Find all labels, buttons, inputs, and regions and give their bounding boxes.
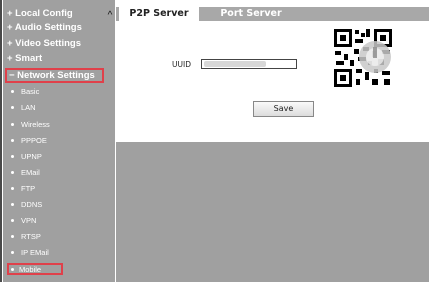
qr-code-icon [332,27,394,89]
sub-item-ftp[interactable]: FTP [11,184,35,194]
menu-network-settings[interactable]: − Network Settings [5,68,104,83]
bullet-icon [11,186,14,190]
save-button[interactable]: Save [253,101,314,117]
left-border [0,0,2,282]
sub-item-basic[interactable]: Basic [11,87,39,97]
sidebar: ^ + Local Config + Audio Settings + Vide… [3,0,115,282]
bullet-icon [11,250,14,254]
tab-bar: P2P Server Port Server [116,7,429,21]
bullet-icon [11,234,14,238]
sub-item-upnp[interactable]: UPNP [11,152,42,162]
tab-port-server[interactable]: Port Server [201,7,301,21]
menu-smart[interactable]: + Smart [7,53,42,64]
bullet-icon [11,202,14,206]
sub-item-ip-email[interactable]: IP EMail [11,248,49,258]
sub-item-pppoe[interactable]: PPPOE [11,136,47,146]
sub-item-rtsp[interactable]: RTSP [11,232,41,242]
bullet-icon [11,267,14,271]
uuid-label: UUID [172,60,191,69]
empty-gray-area [116,142,429,282]
sub-item-mobile[interactable]: Mobile [7,263,63,275]
bullet-icon [11,154,14,158]
uuid-field[interactable] [201,59,297,69]
menu-video-settings[interactable]: + Video Settings [7,38,81,49]
sub-item-vpn[interactable]: VPN [11,216,36,226]
bullet-icon [11,105,14,109]
sub-item-email[interactable]: EMail [11,168,40,178]
bullet-icon [11,138,14,142]
bullet-icon [11,89,14,93]
content-panel: P2P Server Port Server UUID Save [116,0,429,282]
sub-item-wireless[interactable]: Wireless [11,120,50,130]
menu-audio-settings[interactable]: + Audio Settings [7,22,82,33]
sub-item-ddns[interactable]: DDNS [11,200,42,210]
scroll-up-icon[interactable]: ^ [104,10,115,22]
uuid-value-redaction [204,61,266,67]
sub-item-lan[interactable]: LAN [11,103,36,113]
bullet-icon [11,122,14,126]
bullet-icon [11,218,14,222]
menu-local-config[interactable]: + Local Config [7,8,73,19]
tab-p2p-server[interactable]: P2P Server [119,7,199,21]
bullet-icon [11,170,14,174]
